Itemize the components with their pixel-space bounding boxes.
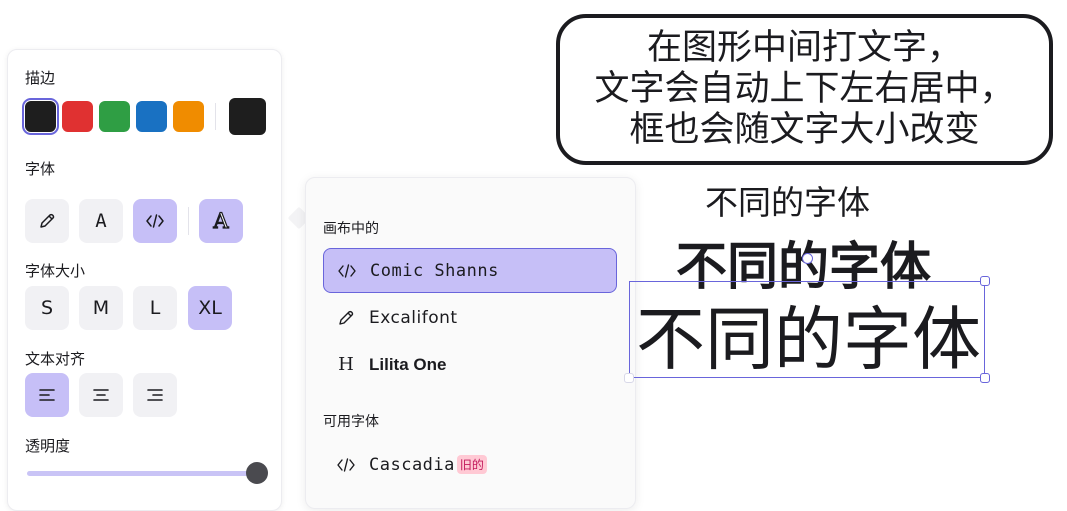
- align-left-icon: [39, 389, 55, 401]
- current-color-button[interactable]: [229, 98, 266, 135]
- deprecated-badge: 旧的: [456, 455, 487, 474]
- canvas-text-small[interactable]: 不同的字体: [705, 176, 870, 224]
- font-option-label: Cascadia: [369, 454, 455, 475]
- size-label: M: [92, 297, 110, 319]
- code-icon: [329, 456, 363, 474]
- rotation-handle[interactable]: [802, 253, 813, 264]
- font-size-label: 字体大小: [25, 262, 86, 280]
- opacity-slider-track[interactable]: [27, 471, 257, 476]
- align-center-button[interactable]: [79, 373, 123, 417]
- font-size-m-button[interactable]: M: [79, 286, 123, 330]
- pencil-icon: [329, 309, 363, 327]
- code-icon: [330, 262, 364, 280]
- font-option-excalifont[interactable]: Excalifont: [323, 295, 617, 340]
- heading-h-icon: H: [338, 354, 354, 375]
- font-normal-button[interactable]: A: [79, 199, 123, 243]
- resize-handle-bottom-right[interactable]: [980, 373, 990, 383]
- text-container-rectangle[interactable]: 在图形中间打文字， 文字会自动上下左右居中， 框也会随文字大小改变: [556, 14, 1053, 165]
- font-family-label: 字体: [25, 160, 56, 178]
- align-right-icon: [147, 389, 163, 401]
- divider: [215, 103, 216, 130]
- font-size-l-button[interactable]: L: [133, 286, 177, 330]
- font-size-xl-button[interactable]: XL: [188, 286, 232, 330]
- available-fonts-heading: 可用字体: [323, 414, 379, 430]
- code-icon: [146, 214, 164, 228]
- size-label: L: [149, 297, 161, 319]
- resize-handle-bottom-left[interactable]: [624, 373, 634, 383]
- stroke-label: 描边: [25, 69, 56, 87]
- opacity-label: 透明度: [25, 437, 71, 455]
- font-option-cascadia[interactable]: Cascadia 旧的: [323, 442, 617, 487]
- font-a-icon: A: [95, 210, 107, 232]
- resize-handle-top-right[interactable]: [980, 276, 990, 286]
- properties-panel: 描边 字体 A A 字体大小 S M L XL 文本对齐 透明度: [7, 49, 282, 511]
- font-option-label: Excalifont: [369, 307, 458, 328]
- font-size-s-button[interactable]: S: [25, 286, 69, 330]
- text-align-label: 文本对齐: [25, 350, 86, 368]
- font-hand-drawn-button[interactable]: [25, 199, 69, 243]
- color-swatch-black[interactable]: [22, 98, 59, 135]
- pencil-icon: [40, 213, 55, 228]
- bubble-text-line: 在图形中间打文字，: [646, 28, 962, 68]
- color-swatch-blue[interactable]: [136, 101, 167, 132]
- color-swatch-orange[interactable]: [173, 101, 204, 132]
- font-picker-icon: A: [213, 208, 229, 233]
- color-swatch-green[interactable]: [99, 101, 130, 132]
- bubble-text-line: 文字会自动上下左右居中，: [594, 69, 1015, 109]
- selection-box: [629, 281, 985, 378]
- font-option-lilita-one[interactable]: H Lilita One: [323, 342, 617, 387]
- font-option-label: Comic Shanns: [370, 260, 499, 281]
- size-label: XL: [198, 297, 222, 319]
- align-center-icon: [93, 389, 109, 401]
- in-scene-fonts-heading: 画布中的: [323, 221, 379, 237]
- font-picker-button[interactable]: A: [199, 199, 243, 243]
- opacity-slider-thumb[interactable]: [246, 462, 268, 484]
- color-swatch-red[interactable]: [62, 101, 93, 132]
- bubble-text-line: 框也会随文字大小改变: [629, 110, 980, 150]
- align-right-button[interactable]: [133, 373, 177, 417]
- font-option-label: Lilita One: [369, 354, 447, 374]
- font-picker-popover: 画布中的 Comic Shanns Excalifont H Lilita On…: [305, 177, 636, 509]
- align-left-button[interactable]: [25, 373, 69, 417]
- size-label: S: [40, 297, 54, 319]
- font-code-button[interactable]: [133, 199, 177, 243]
- divider: [188, 207, 189, 235]
- font-option-comic-shanns[interactable]: Comic Shanns: [323, 248, 617, 293]
